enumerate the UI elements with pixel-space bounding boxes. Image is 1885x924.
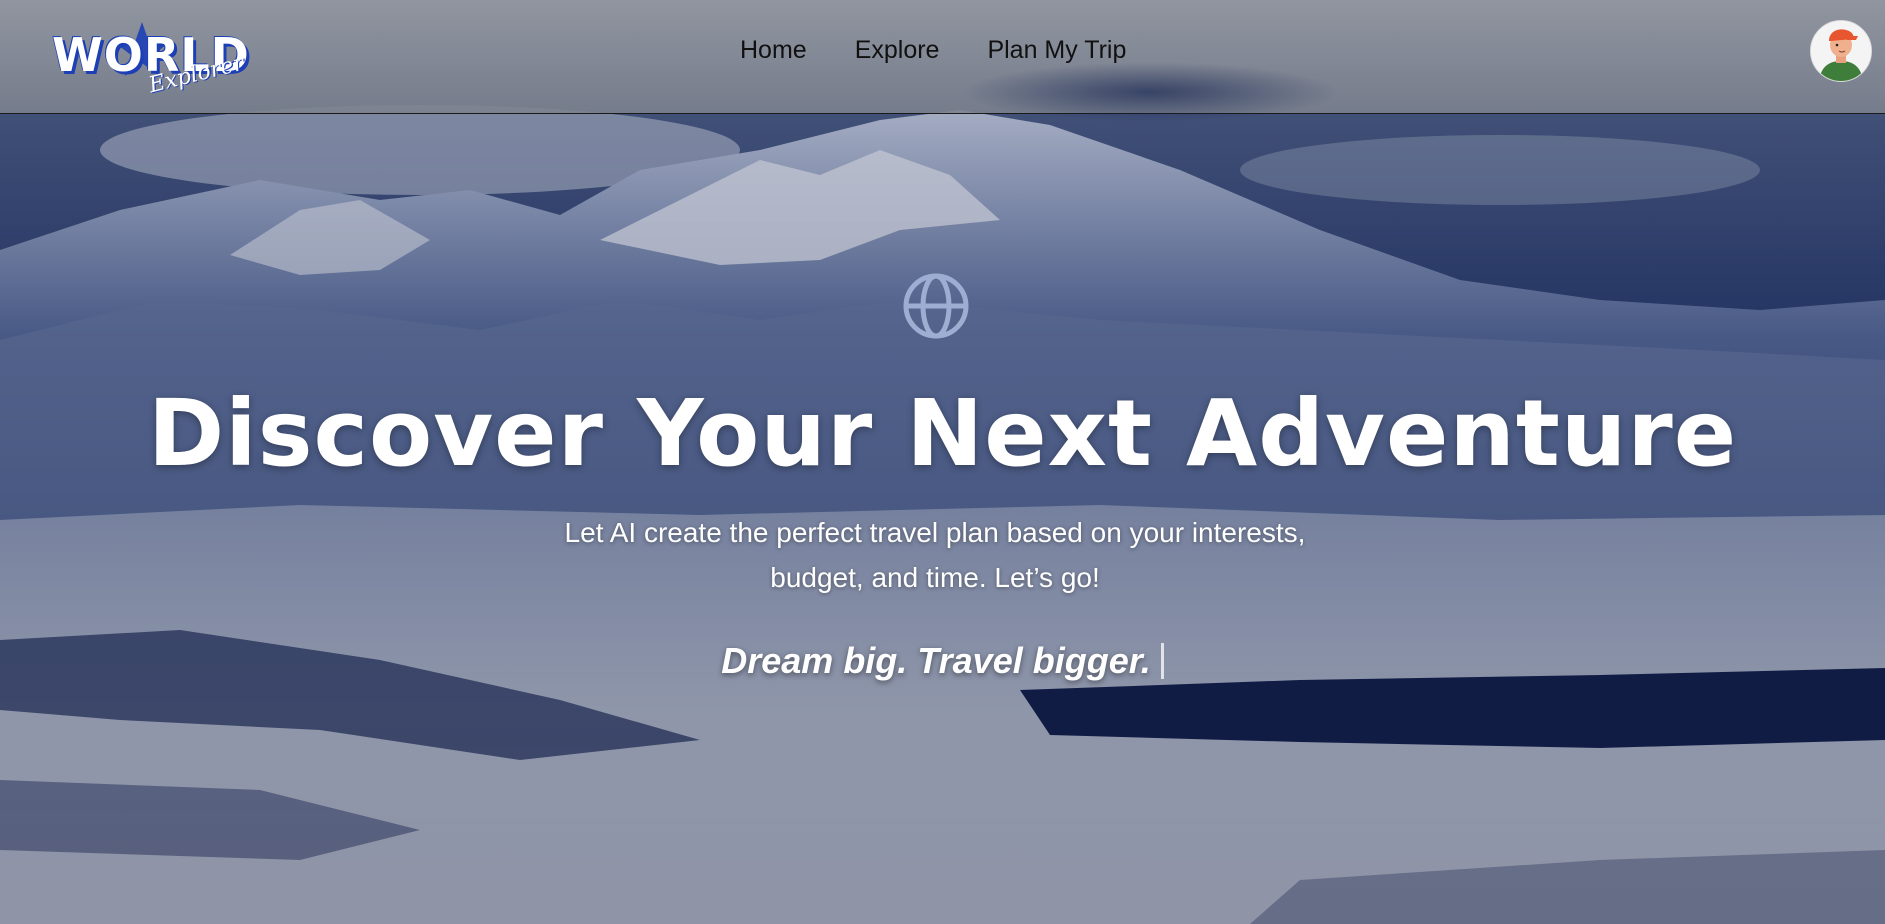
typing-cursor: [1160, 643, 1164, 679]
tagline-text: Dream big. Travel bigger.: [721, 640, 1151, 681]
user-avatar-icon: [1811, 21, 1871, 81]
page: WORLD Explorer Home Explore Plan My Trip: [0, 0, 1885, 924]
nav-link-plan-my-trip[interactable]: Plan My Trip: [987, 36, 1126, 65]
hero-title: Discover Your Next Adventure: [147, 380, 1738, 487]
nav-link-home[interactable]: Home: [740, 36, 807, 65]
hero-section: Discover Your Next Adventure Let AI crea…: [0, 0, 1885, 924]
site-logo[interactable]: WORLD Explorer: [52, 18, 249, 98]
nav-link-explore[interactable]: Explore: [855, 36, 940, 65]
main-nav: Home Explore Plan My Trip: [740, 36, 1126, 65]
user-avatar[interactable]: [1810, 20, 1872, 82]
globe-icon: [903, 273, 969, 339]
hero-subtitle: Let AI create the perfect travel plan ba…: [564, 517, 1306, 593]
top-navbar: WORLD Explorer Home Explore Plan My Trip: [0, 0, 1885, 122]
hero-tagline: Dream big. Travel bigger.: [0, 640, 1885, 682]
